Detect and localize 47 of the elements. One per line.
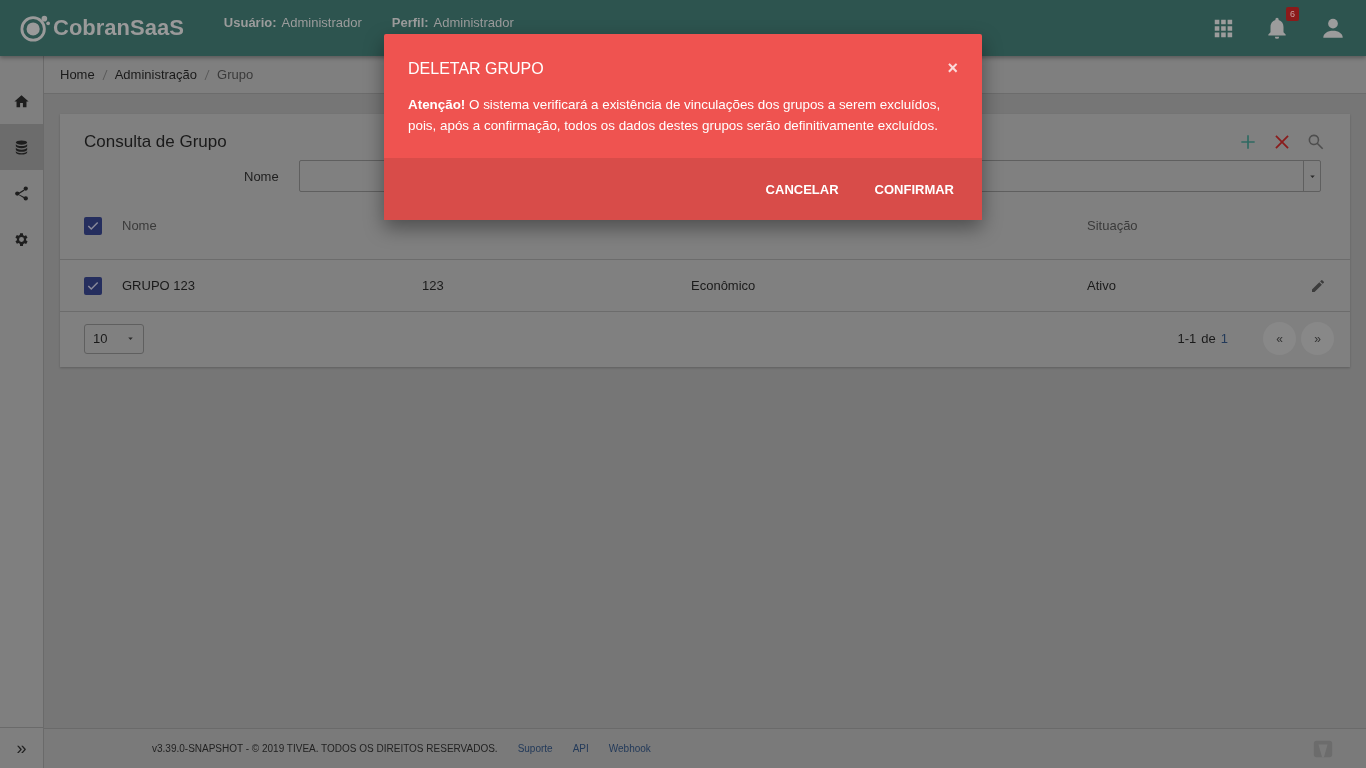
- table-cell-text: Econômico: [691, 278, 757, 293]
- caret-icon: [126, 334, 135, 343]
- column-header: Nome: [122, 218, 158, 233]
- page-size-select[interactable]: 10: [84, 323, 144, 354]
- table-cell-text: 123: [422, 278, 445, 293]
- checkbox[interactable]: [84, 276, 102, 295]
- apps-grid-icon[interactable]: [1212, 17, 1234, 39]
- user-label: Usuário:: [223, 14, 277, 30]
- breadcrumb-link[interactable]: Administração: [114, 67, 198, 82]
- footer-link[interactable]: Webhook: [608, 743, 651, 754]
- cancel-button[interactable]: CANCELAR: [753, 173, 851, 205]
- confirm-button[interactable]: CONFIRMAR: [862, 173, 966, 205]
- close-icon[interactable]: [1272, 132, 1292, 152]
- notification-badge: 6: [1286, 7, 1299, 21]
- card-title: Consulta de Grupo: [84, 132, 227, 152]
- table-cell-text: GRUPO 123: [122, 278, 196, 293]
- share-icon: [13, 184, 30, 202]
- logo-text: CobranSaaS: [53, 15, 184, 41]
- footer-link[interactable]: API: [572, 743, 589, 754]
- close-button[interactable]: ×: [947, 58, 958, 79]
- sidebar-item[interactable]: [0, 124, 43, 170]
- dialog-title: DELETAR GRUPO: [408, 59, 545, 78]
- home-icon: [13, 92, 30, 110]
- profile-label: Perfil:: [391, 14, 429, 30]
- checkbox[interactable]: [84, 216, 102, 235]
- coin-icon: [20, 13, 50, 43]
- page-of: de: [1201, 331, 1216, 346]
- next-page-button[interactable]: »: [1301, 322, 1334, 355]
- table-cell-text: Ativo: [1087, 278, 1117, 293]
- footer-link[interactable]: Suporte: [517, 743, 553, 754]
- page-size-value: 10: [93, 331, 108, 346]
- breadcrumb-link[interactable]: Home: [60, 67, 95, 82]
- search-icon[interactable]: [1306, 132, 1326, 152]
- copyright-text: v3.39.0-SNAPSHOT - © 2019 TIVEA. TODOS OS DIREITOS RESERVADOS.: [152, 743, 498, 754]
- settings-icon: [13, 230, 30, 248]
- expand-button[interactable]: »: [16, 737, 27, 759]
- breadcrumb-separator: [204, 68, 211, 81]
- breadcrumb-separator: [101, 68, 108, 81]
- page-total: 1: [1220, 331, 1228, 346]
- user-name: Administrador: [281, 14, 362, 30]
- database-icon: [13, 138, 30, 156]
- filter-label: Nome: [244, 168, 279, 184]
- column-header: Situação: [1087, 218, 1139, 233]
- profile-name: Administrador: [433, 14, 514, 30]
- previous-page-button[interactable]: «: [1263, 322, 1296, 355]
- page-range: 1-1: [1177, 331, 1197, 346]
- dialog-message: Atenção! O sistema verificará a existência de vinculações dos grupos a serem excluídos, pois, após a confirmação, todos os dados destes grupos serão definitivamente excluídos.: [407, 96, 942, 135]
